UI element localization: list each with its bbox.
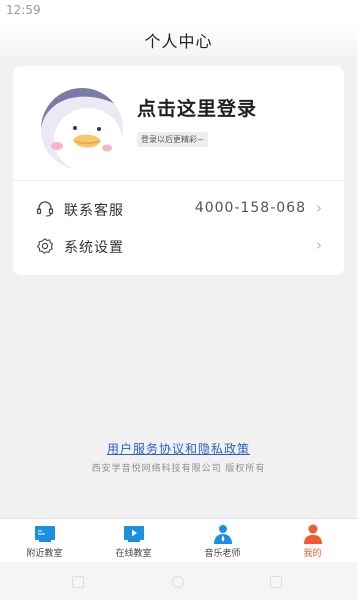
system-navigation-bar	[0, 562, 357, 600]
bottom-tab-bar: 附近教室 在线教室 音乐老师 我的	[0, 518, 357, 562]
service-phone: 4000-158-068	[194, 200, 306, 216]
tab-nearby-classroom[interactable]: 附近教室	[0, 519, 89, 563]
back-nav-icon[interactable]	[270, 576, 282, 588]
tab-label: 我的	[303, 549, 322, 559]
tab-mine[interactable]: 我的	[268, 519, 357, 563]
screen: 12:59 个人中心 点击这里登录 登录以后更精彩~ 联系客服 4000-158…	[0, 0, 357, 600]
nav-bar: 个人中心	[0, 22, 357, 56]
login-subtitle: 登录以后更精彩~	[137, 132, 208, 147]
tab-label: 在线教室	[115, 549, 152, 559]
system-settings-label: 系统设置	[64, 240, 124, 256]
tab-label: 附近教室	[26, 549, 63, 559]
tab-music-teacher[interactable]: 音乐老师	[178, 519, 267, 563]
gear-icon	[36, 237, 54, 255]
login-title[interactable]: 点击这里登录	[137, 94, 257, 121]
status-bar: 12:59	[0, 0, 357, 22]
divider	[13, 180, 344, 181]
user-icon	[301, 523, 325, 545]
profile-card: 点击这里登录 登录以后更精彩~ 联系客服 4000-158-068 › 系统设置…	[13, 66, 344, 275]
teacher-icon	[211, 523, 235, 545]
video-play-icon	[122, 523, 146, 545]
status-time: 12:59	[6, 3, 41, 17]
policy-link[interactable]: 用户服务协议和隐私政策	[0, 440, 357, 457]
tab-online-classroom[interactable]: 在线教室	[89, 519, 178, 563]
classroom-icon	[33, 523, 57, 545]
tab-label: 音乐老师	[204, 549, 241, 559]
chevron-right-icon: ›	[316, 236, 322, 254]
duck-avatar-icon[interactable]	[41, 88, 123, 170]
menu-nav-icon[interactable]	[72, 576, 84, 588]
system-settings-row[interactable]: 系统设置 ›	[13, 229, 344, 263]
page-title: 个人中心	[144, 32, 213, 51]
contact-service-row[interactable]: 联系客服 4000-158-068 ›	[13, 192, 344, 226]
home-nav-icon[interactable]	[172, 576, 184, 588]
copyright-text: 西安学音悦网络科技有限公司 版权所有	[91, 464, 266, 474]
headset-icon	[36, 200, 54, 218]
chevron-right-icon: ›	[316, 199, 322, 217]
contact-service-label: 联系客服	[64, 203, 124, 219]
